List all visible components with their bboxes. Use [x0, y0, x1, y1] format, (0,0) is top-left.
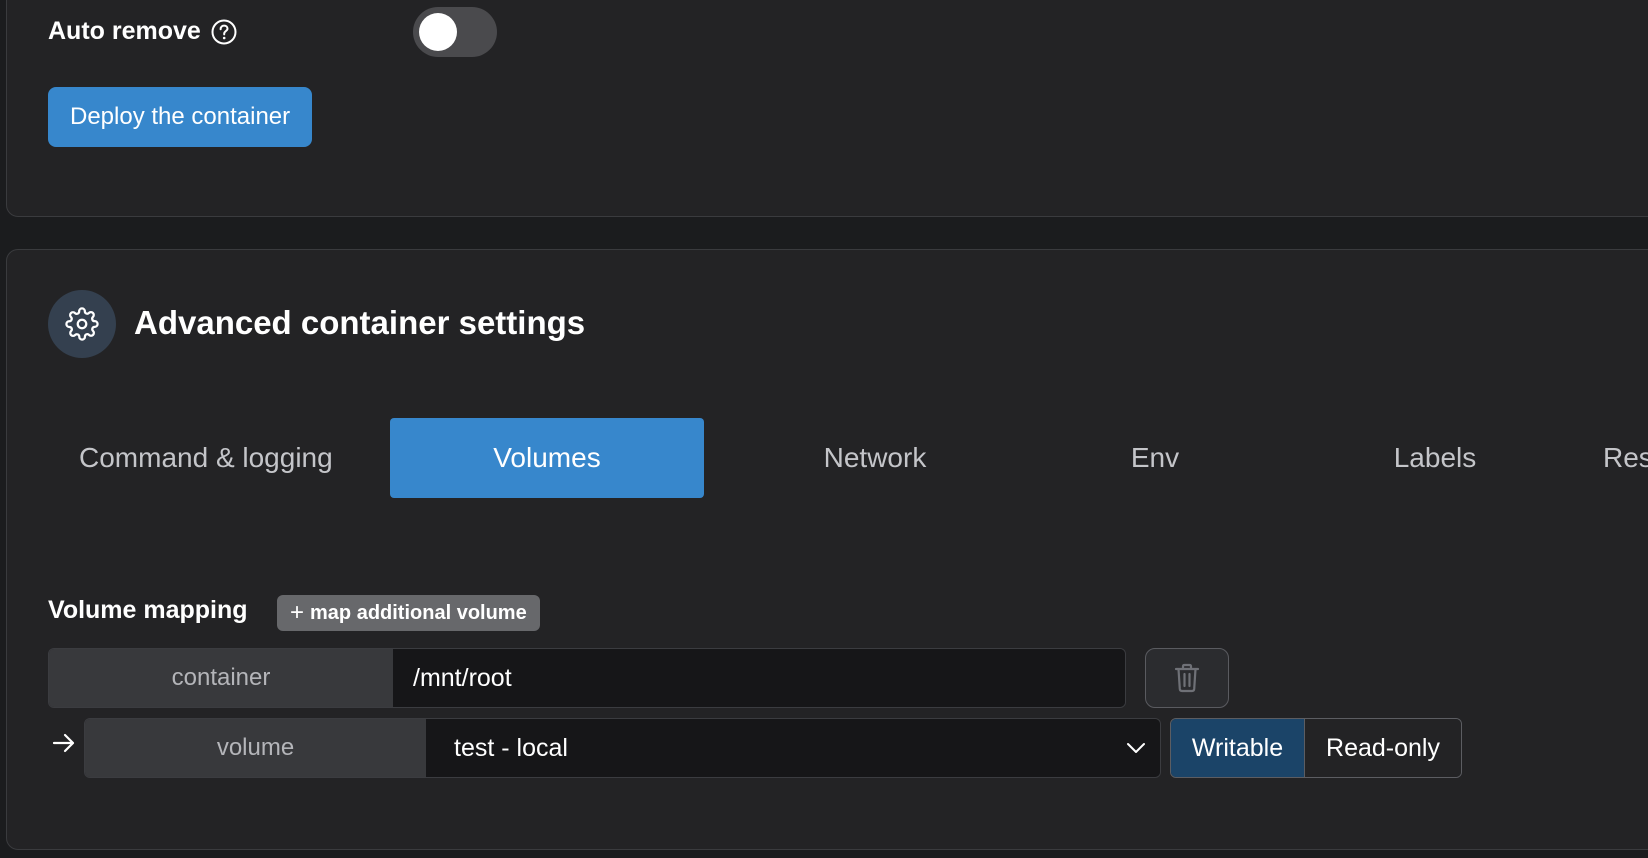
auto-remove-toggle[interactable] [413, 7, 497, 57]
container-path-group: container /mnt/root [48, 648, 1126, 708]
container-path-input[interactable]: /mnt/root [393, 649, 1125, 707]
chevron-down-icon [1127, 743, 1145, 753]
writable-button[interactable]: Writable [1171, 719, 1305, 777]
tab-volumes[interactable]: Volumes [390, 418, 704, 498]
deploy-card: Auto remove Deploy the container [6, 0, 1648, 217]
container-addon: container [49, 649, 393, 707]
auto-remove-row: Auto remove [48, 17, 237, 46]
volume-select[interactable]: test - local [426, 719, 1160, 777]
map-additional-volume-label: map additional volume [310, 601, 527, 624]
toggle-knob [419, 13, 457, 51]
advanced-settings-card: Advanced container settings Command & lo… [6, 249, 1648, 850]
map-additional-volume-button[interactable]: + map additional volume [277, 595, 540, 631]
tab-labels[interactable]: Labels [1355, 418, 1515, 498]
tab-command-logging[interactable]: Command & logging [55, 418, 375, 498]
tab-network[interactable]: Network [795, 418, 955, 498]
plus-icon: + [290, 599, 305, 626]
volume-select-group: volume test - local [84, 718, 1161, 778]
deploy-container-button[interactable]: Deploy the container [48, 87, 313, 147]
trash-icon [1174, 663, 1200, 693]
volume-select-value: test - local [454, 733, 568, 762]
delete-volume-button[interactable] [1145, 648, 1229, 708]
read-only-button[interactable]: Read-only [1305, 719, 1461, 777]
access-mode-group: Writable Read-only [1170, 718, 1462, 778]
arrow-right-icon [52, 733, 75, 753]
tab-resources[interactable]: Res [1603, 418, 1648, 498]
gear-icon [48, 290, 116, 358]
tab-env[interactable]: Env [1095, 418, 1215, 498]
volume-addon: volume [85, 719, 426, 777]
settings-tabs: Command & logging Volumes Network Env La… [55, 418, 1648, 498]
auto-remove-label: Auto remove [48, 17, 201, 45]
help-icon[interactable] [211, 19, 237, 45]
section-title: Advanced container settings [134, 304, 586, 341]
volume-mapping-label: Volume mapping [48, 596, 248, 624]
